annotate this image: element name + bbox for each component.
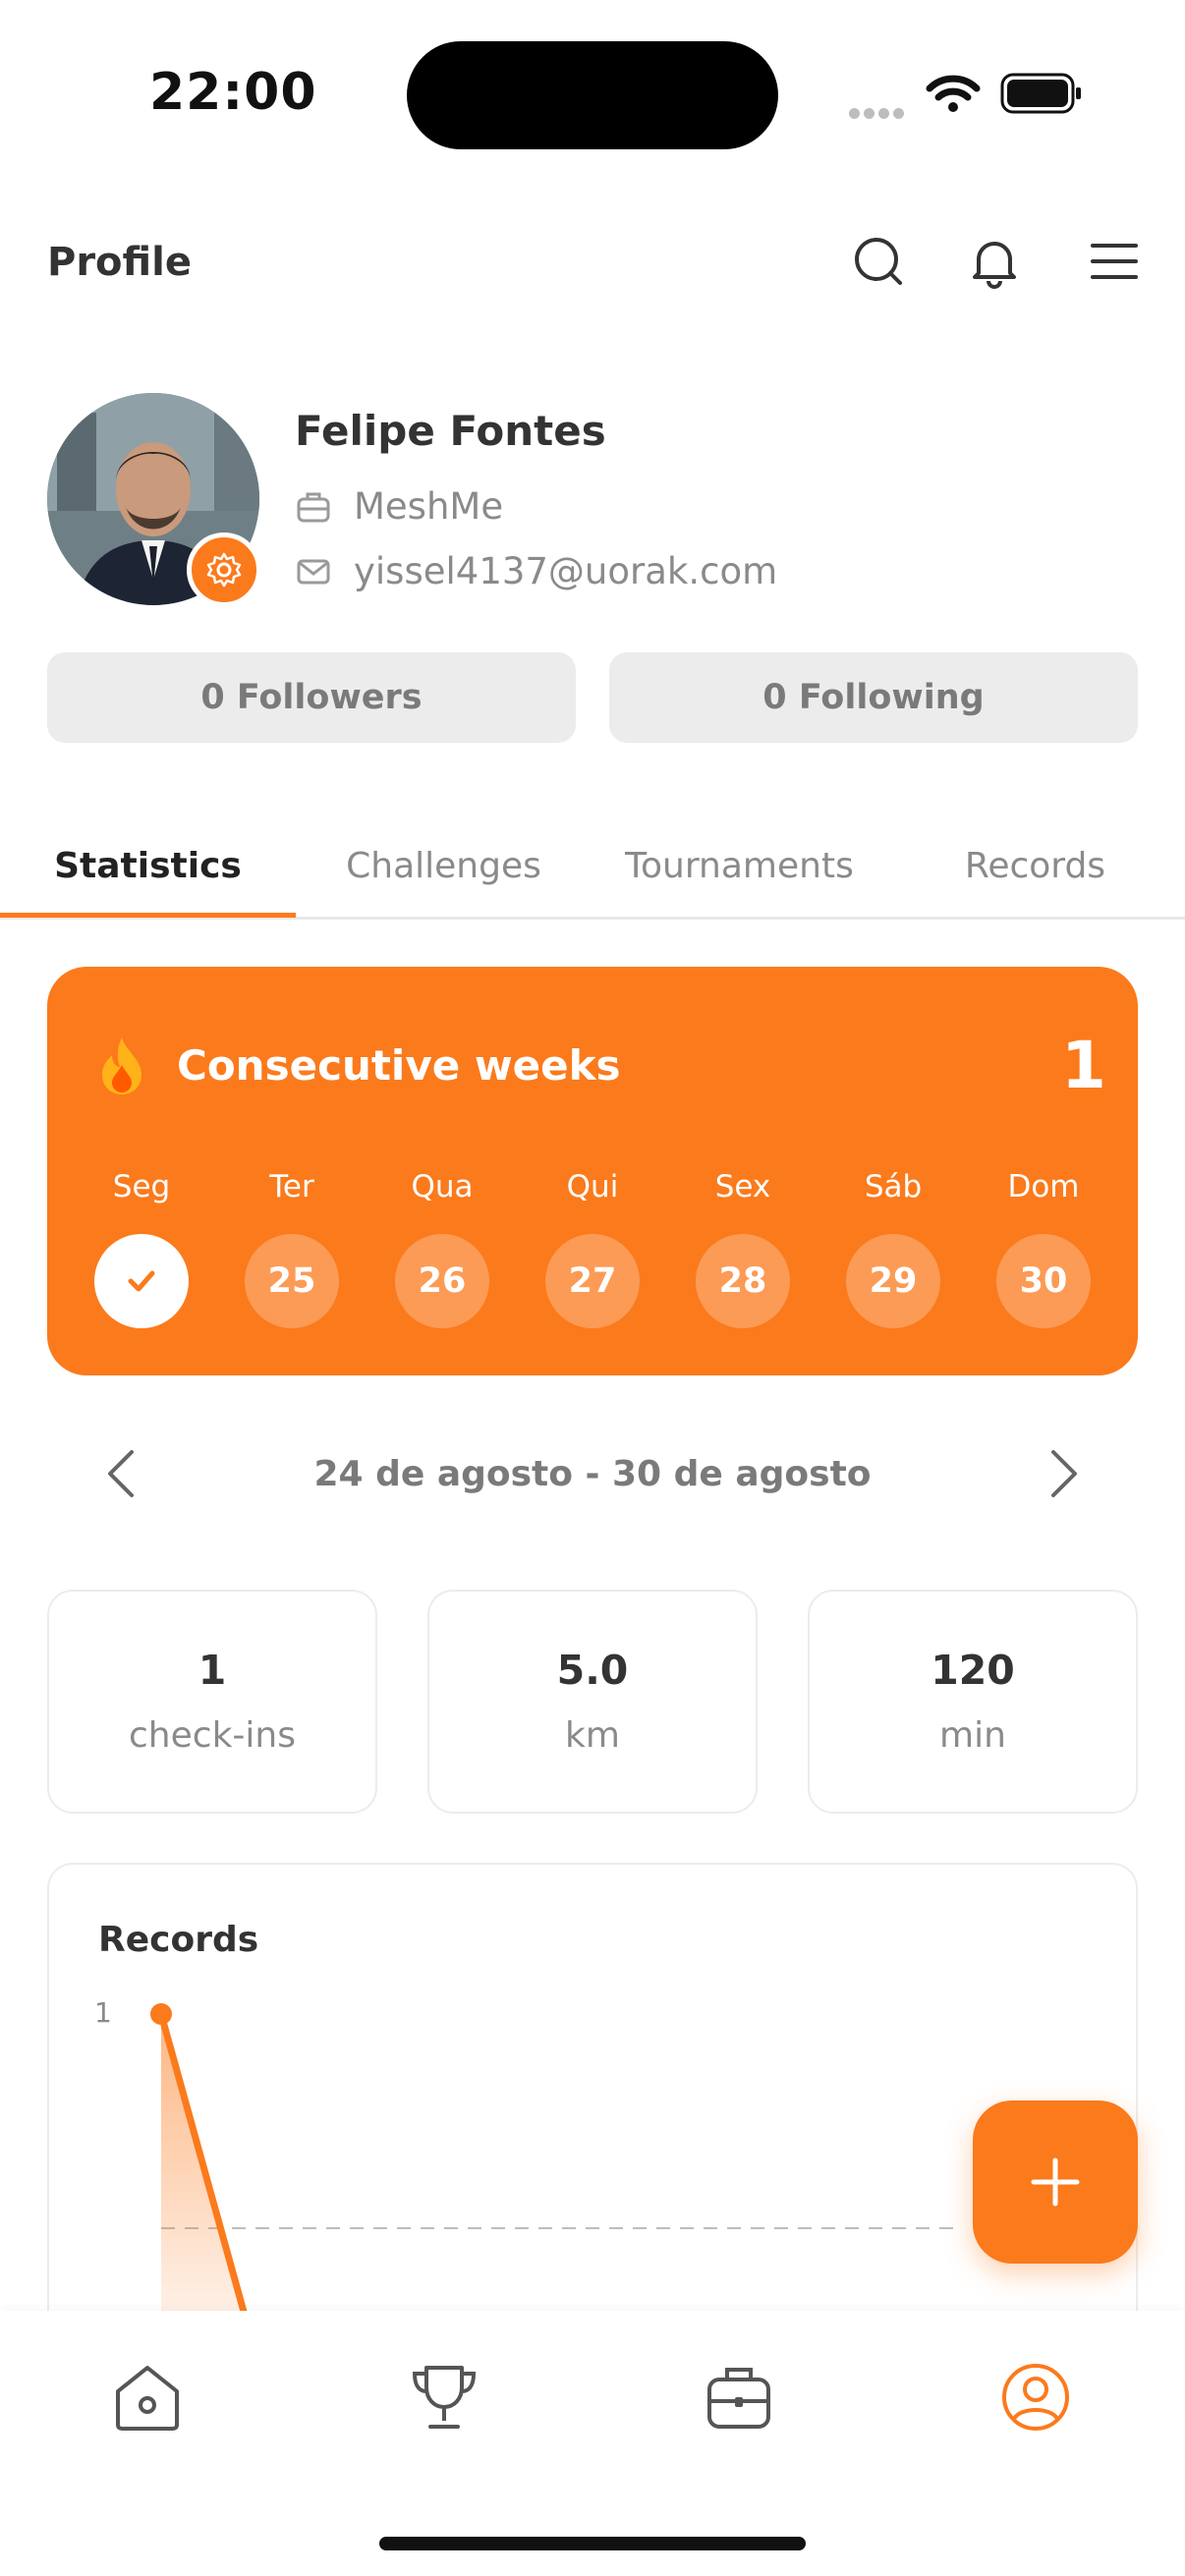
metric-unit: km	[565, 1715, 620, 1756]
metric-card-duration: 120 min	[808, 1590, 1138, 1814]
status-time: 22:00	[149, 63, 317, 122]
metric-unit: min	[939, 1715, 1006, 1756]
email-row: yissel4137@uorak.com	[295, 550, 777, 592]
plus-icon	[1031, 2157, 1080, 2207]
trophy-icon[interactable]	[405, 2358, 483, 2436]
streak-count: 1	[1061, 1028, 1106, 1103]
chevron-right-icon[interactable]	[1032, 1444, 1091, 1503]
following-button[interactable]: 0 Following	[609, 652, 1138, 743]
metric-value: 1	[198, 1647, 227, 1694]
profile-icon[interactable]	[996, 2358, 1075, 2436]
streak-title: Consecutive weeks	[177, 1041, 621, 1090]
day-label-sab: Sáb	[864, 1169, 923, 1204]
day-circle-seg[interactable]	[94, 1234, 189, 1328]
metric-card-distance: 5.0 km	[427, 1590, 758, 1814]
gear-icon	[206, 552, 242, 588]
add-button[interactable]	[973, 2100, 1138, 2264]
day-circle-sex[interactable]: 28	[696, 1234, 790, 1328]
tab-challenges[interactable]: Challenges	[296, 812, 592, 920]
active-tab-indicator	[0, 913, 296, 918]
mail-icon	[297, 559, 330, 584]
home-indicator	[379, 2537, 806, 2550]
day-label-qui: Qui	[566, 1169, 619, 1204]
user-name: Felipe Fontes	[295, 407, 606, 455]
profile-tabs: Statistics Challenges Tournaments Record…	[0, 812, 1185, 920]
followers-button[interactable]: 0 Followers	[47, 652, 576, 743]
cellular-signal-icon	[849, 104, 908, 119]
dynamic-island	[407, 41, 778, 149]
battery-icon	[1000, 73, 1081, 114]
day-circle-qua[interactable]: 26	[395, 1234, 489, 1328]
metric-unit: check-ins	[129, 1715, 296, 1756]
wifi-icon	[926, 75, 981, 112]
page-title: Profile	[47, 240, 193, 285]
edit-profile-button[interactable]	[187, 532, 261, 607]
day-label-ter: Ter	[269, 1169, 314, 1204]
metric-value: 120	[931, 1647, 1015, 1694]
day-circle-sab[interactable]: 29	[846, 1234, 940, 1328]
records-chart	[150, 2003, 963, 2319]
week-range: 24 de agosto - 30 de agosto	[313, 1454, 872, 1494]
tab-records[interactable]: Records	[887, 812, 1183, 920]
metric-card-checkins: 1 check-ins	[47, 1590, 377, 1814]
day-label-qua: Qua	[411, 1169, 474, 1204]
briefcase-nav-icon[interactable]	[700, 2358, 778, 2436]
email: yissel4137@uorak.com	[354, 550, 778, 592]
day-circle-dom[interactable]: 30	[996, 1234, 1091, 1328]
search-icon[interactable]	[849, 232, 908, 291]
chart-point	[150, 2003, 172, 2025]
tab-statistics[interactable]: Statistics	[0, 812, 296, 920]
day-label-seg: Seg	[112, 1169, 171, 1204]
day-label-dom: Dom	[1007, 1169, 1080, 1204]
day-circle-ter[interactable]: 25	[245, 1234, 339, 1328]
day-circle-qui[interactable]: 27	[545, 1234, 640, 1328]
company-row: MeshMe	[295, 485, 503, 528]
y-axis-tick: 1	[94, 1996, 112, 2029]
flame-icon	[102, 1037, 141, 1094]
metric-value: 5.0	[556, 1647, 629, 1694]
menu-icon[interactable]	[1085, 232, 1144, 291]
tab-tournaments[interactable]: Tournaments	[592, 812, 887, 920]
day-label-sex: Sex	[714, 1169, 771, 1204]
company-name: MeshMe	[354, 485, 504, 528]
briefcase-icon	[297, 492, 330, 522]
home-icon[interactable]	[108, 2358, 187, 2436]
checkmark-icon	[128, 1270, 155, 1292]
records-title: Records	[98, 1920, 259, 1960]
bell-icon[interactable]	[965, 232, 1024, 291]
